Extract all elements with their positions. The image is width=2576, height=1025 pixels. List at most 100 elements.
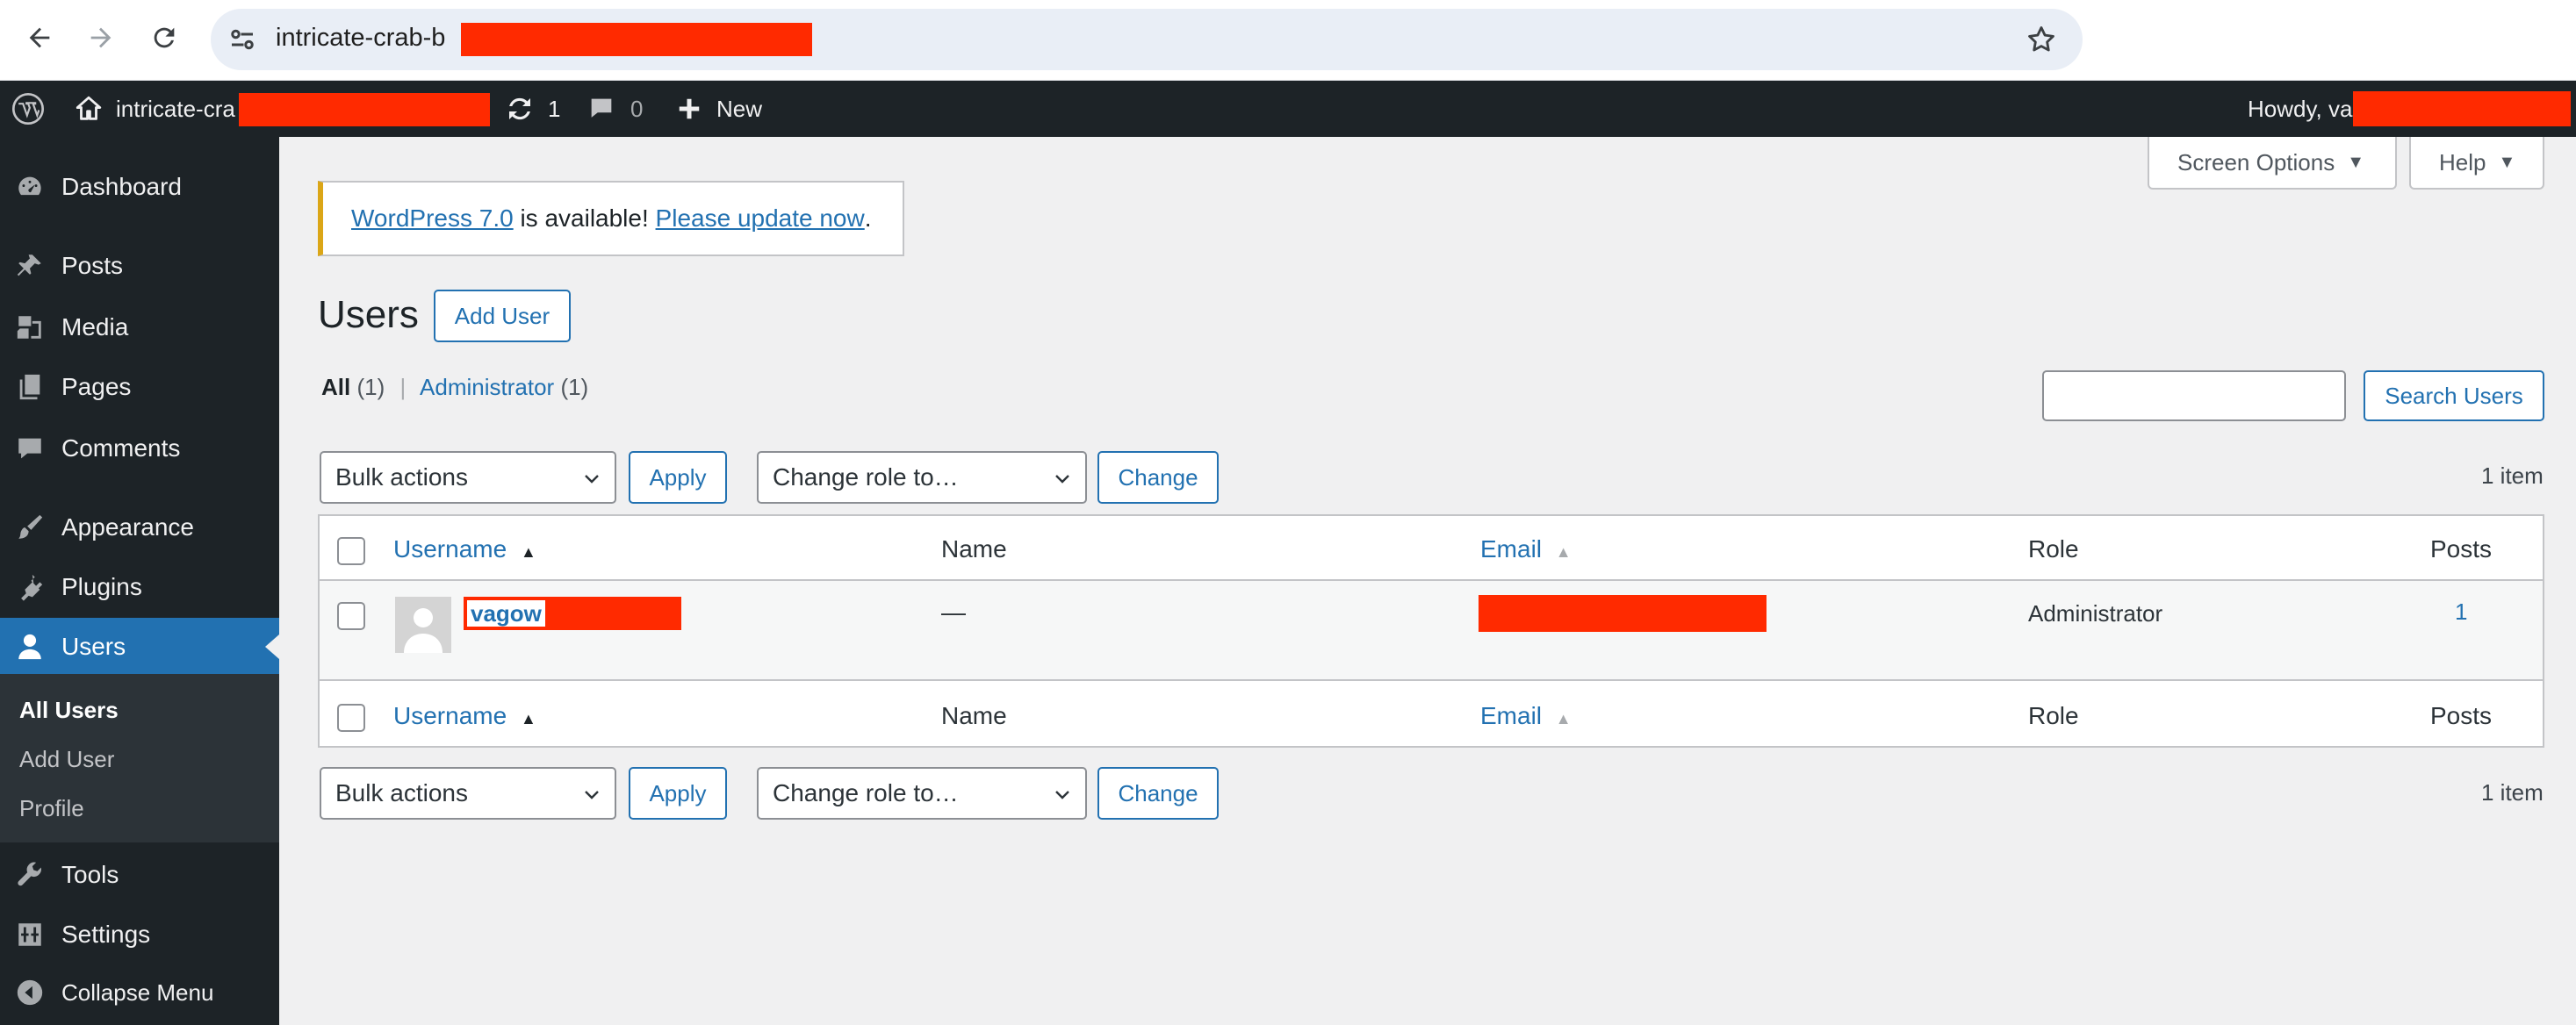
sort-icon: ▲ <box>520 710 536 728</box>
column-posts-footer: Posts <box>2430 702 2493 729</box>
column-email[interactable]: Email ▲ <box>1480 535 1572 563</box>
wordpress-version-link[interactable]: WordPress 7.0 <box>351 204 514 233</box>
notice-end: . <box>864 204 872 232</box>
bulk-actions-value: Bulk actions <box>335 463 468 491</box>
column-username[interactable]: Username ▲ <box>393 535 536 563</box>
arrow-right-icon <box>90 27 112 48</box>
items-count-bottom: 1 item <box>2481 779 2544 806</box>
users-submenu: All Users Add User Profile <box>0 674 279 842</box>
chevron-down-icon <box>585 791 599 799</box>
bulk-actions-select[interactable]: Bulk actions <box>320 451 616 504</box>
menu-plugins[interactable]: Plugins <box>0 558 279 616</box>
menu-label: Dashboard <box>61 173 182 200</box>
pages-icon <box>14 371 46 403</box>
update-notice: WordPress 7.0 is available! Please updat… <box>318 181 904 256</box>
reload-button[interactable] <box>142 16 186 60</box>
site-name-link[interactable]: intricate-cra <box>74 81 235 137</box>
account-link[interactable]: Howdy, va <box>2248 81 2352 137</box>
menu-dashboard[interactable]: Dashboard <box>0 158 279 216</box>
screen-options-button[interactable]: Screen Options ▼ <box>2148 137 2397 190</box>
menu-label: Posts <box>61 252 124 279</box>
pushpin-icon <box>14 250 46 282</box>
change-role-button-bottom[interactable]: Change <box>1097 767 1219 820</box>
apply-button-bottom[interactable]: Apply <box>629 767 727 820</box>
menu-settings[interactable]: Settings <box>0 906 279 964</box>
menu-posts[interactable]: Posts <box>0 237 279 295</box>
back-button[interactable] <box>18 16 61 60</box>
change-role-button[interactable]: Change <box>1097 451 1219 504</box>
search-input[interactable] <box>2042 370 2346 421</box>
comment-icon <box>14 433 46 464</box>
page-title: Users <box>318 293 419 336</box>
site-name: intricate-cra <box>116 95 235 122</box>
add-user-button[interactable]: Add User <box>434 290 571 342</box>
admin-bar: intricate-cra 1 0 New Howdy, va <box>0 81 2576 137</box>
user-posts-link[interactable]: 1 <box>2455 599 2467 626</box>
menu-users[interactable]: Users <box>0 618 279 676</box>
redaction-block <box>461 23 812 56</box>
menu-tools[interactable]: Tools <box>0 846 279 904</box>
tune-icon[interactable] <box>227 24 258 55</box>
sort-icon: ▲ <box>1555 710 1572 728</box>
submenu-all-users[interactable]: All Users <box>19 697 119 724</box>
filter-administrator[interactable]: Administrator <box>420 374 554 400</box>
updates-link[interactable]: 1 <box>504 81 560 137</box>
filter-all-count: (1) <box>356 374 385 400</box>
menu-collapse[interactable]: Collapse Menu <box>0 964 279 1021</box>
plugin-icon <box>14 571 46 603</box>
comments-link[interactable]: 0 <box>586 81 643 137</box>
row-checkbox[interactable] <box>337 602 365 630</box>
menu-pages[interactable]: Pages <box>0 358 279 416</box>
user-icon <box>14 631 46 663</box>
submenu-add-user[interactable]: Add User <box>19 746 114 773</box>
filter-all[interactable]: All <box>321 374 350 400</box>
screen-options-label: Screen Options <box>2177 148 2335 176</box>
new-label: New <box>716 95 763 122</box>
menu-label: Tools <box>61 861 119 888</box>
apply-button[interactable]: Apply <box>629 451 727 504</box>
username-link[interactable]: vagow <box>467 600 545 627</box>
caret-down-icon: ▼ <box>2347 152 2365 172</box>
change-role-select[interactable]: Change role to… <box>757 451 1087 504</box>
redaction-block <box>239 93 490 126</box>
address-bar[interactable]: intricate-crab-b <box>211 9 2083 70</box>
help-button[interactable]: Help ▼ <box>2409 137 2544 190</box>
redaction-block <box>1479 595 1767 632</box>
admin-sidebar: Dashboard Posts Media Pages Comments App… <box>0 137 279 1025</box>
menu-label: Collapse Menu <box>61 978 214 1006</box>
column-role: Role <box>2028 535 2079 563</box>
plus-icon <box>679 98 700 119</box>
column-username-footer[interactable]: Username ▲ <box>393 702 536 730</box>
notice-text: is available! <box>513 204 656 232</box>
bulk-actions-select-bottom[interactable]: Bulk actions <box>320 767 616 820</box>
table-header-row: Username ▲ Name Email ▲ Role Posts <box>320 516 2543 581</box>
home-icon <box>76 96 102 120</box>
menu-label: Users <box>61 633 126 660</box>
reload-icon <box>154 27 175 48</box>
update-now-link[interactable]: Please update now <box>656 204 865 233</box>
menu-appearance[interactable]: Appearance <box>0 498 279 556</box>
comment-icon <box>591 98 612 118</box>
menu-comments[interactable]: Comments <box>0 419 279 477</box>
column-posts: Posts <box>2430 535 2493 563</box>
submenu-profile[interactable]: Profile <box>19 795 84 822</box>
new-content-link[interactable]: New <box>676 81 762 137</box>
star-icon[interactable] <box>2025 23 2058 56</box>
media-icon <box>14 312 46 343</box>
menu-label: Settings <box>61 921 151 948</box>
forward-button[interactable] <box>79 16 123 60</box>
menu-label: Appearance <box>61 513 195 541</box>
select-all-checkbox-footer[interactable] <box>337 704 365 732</box>
table-row: vagow — Administrator 1 <box>320 581 2543 681</box>
browser-toolbar: intricate-crab-b <box>0 0 2576 81</box>
wordpress-logo[interactable] <box>11 81 46 137</box>
menu-label: Plugins <box>61 573 142 600</box>
column-email-footer[interactable]: Email ▲ <box>1480 702 1572 730</box>
menu-media[interactable]: Media <box>0 298 279 356</box>
user-role-cell: Administrator <box>2028 600 2163 627</box>
search-users-button[interactable]: Search Users <box>2364 370 2544 421</box>
select-all-checkbox[interactable] <box>337 537 365 565</box>
updates-icon <box>509 97 530 120</box>
brush-icon <box>14 512 46 543</box>
change-role-select-bottom[interactable]: Change role to… <box>757 767 1087 820</box>
